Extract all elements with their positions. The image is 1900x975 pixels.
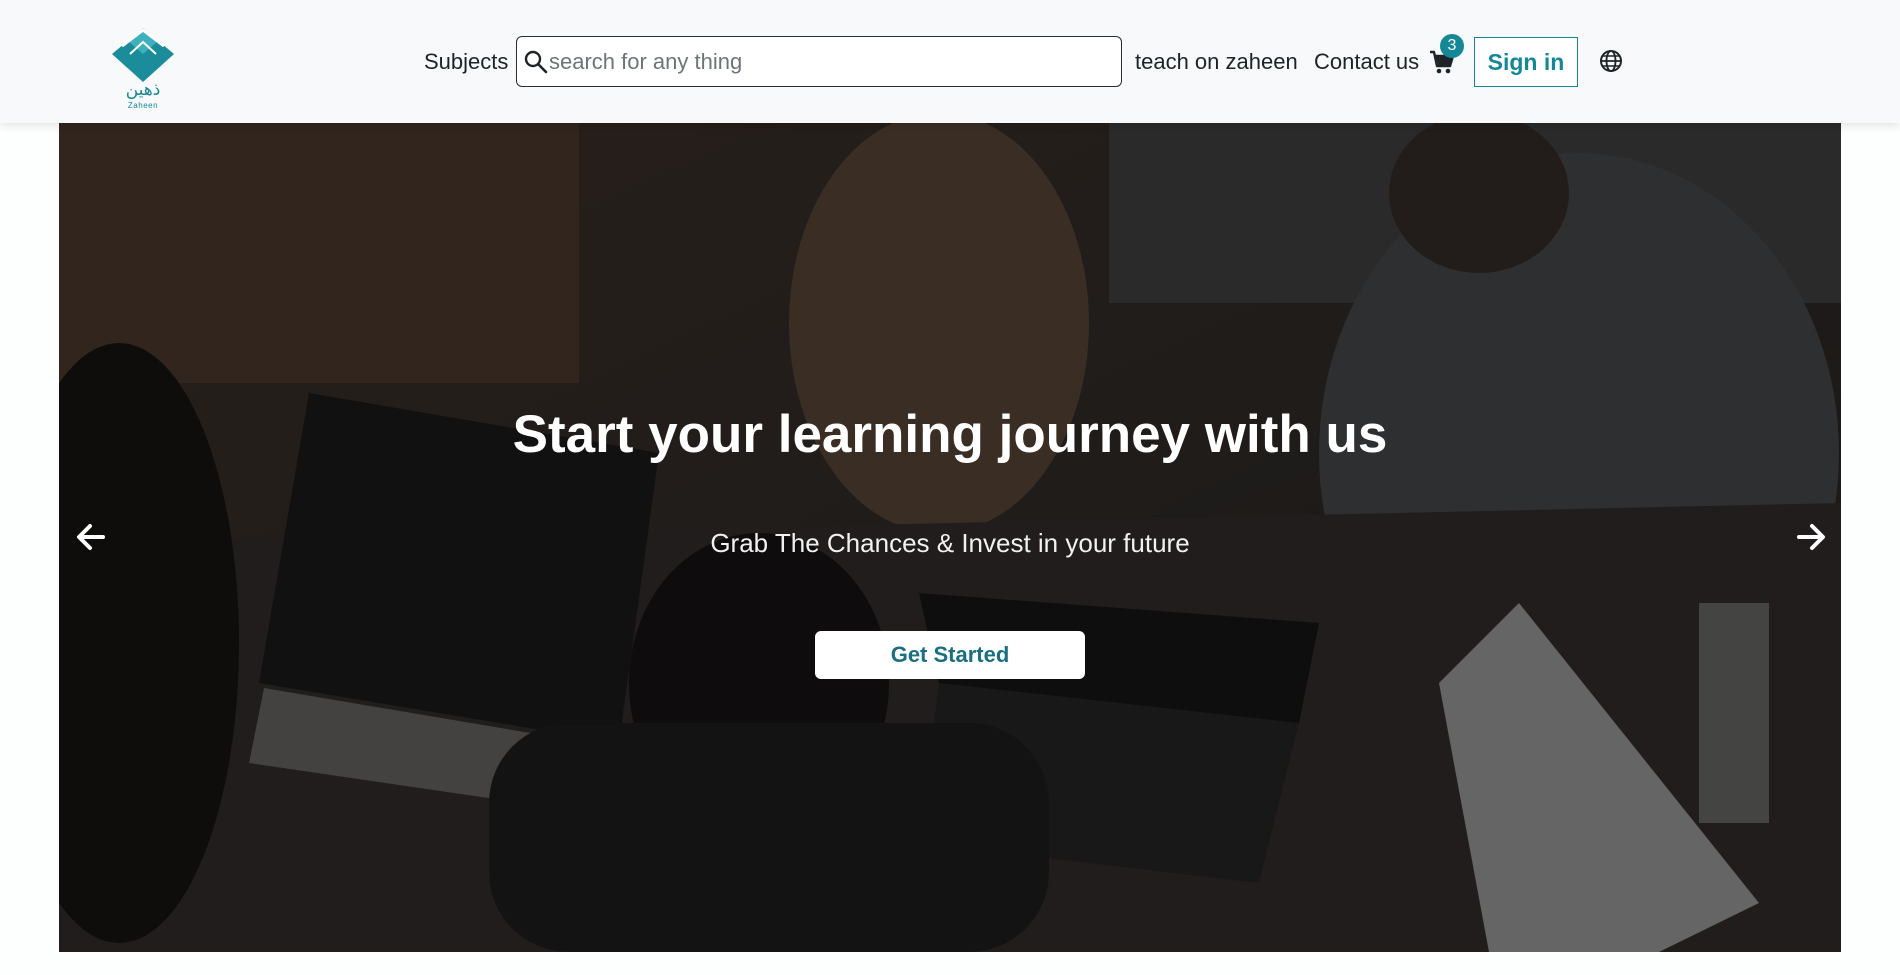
search-bar[interactable] xyxy=(516,36,1122,87)
search-input[interactable] xyxy=(549,45,1109,79)
cart-count-badge: 3 xyxy=(1440,34,1464,58)
get-started-button[interactable]: Get Started xyxy=(815,631,1085,679)
hero-carousel: Start your learning journey with us Grab… xyxy=(59,123,1841,952)
logo-arabic-text: ذهين xyxy=(125,80,161,100)
hero-subtitle: Grab The Chances & Invest in your future xyxy=(710,528,1190,558)
top-navbar: ذهين Zaheen Subjects teach on zaheen Con… xyxy=(0,0,1900,123)
brand-logo[interactable]: ذهين Zaheen xyxy=(108,24,178,114)
arrow-right-icon[interactable] xyxy=(1793,519,1829,555)
nav-subjects-link[interactable]: Subjects xyxy=(424,49,508,75)
nav-teach-link[interactable]: teach on zaheen xyxy=(1135,49,1298,75)
logo-book-icon xyxy=(112,28,174,82)
logo-latin-text: Zaheen xyxy=(127,101,159,110)
hero-title: Start your learning journey with us xyxy=(512,405,1388,464)
arrow-left-icon[interactable] xyxy=(73,519,109,555)
search-icon xyxy=(524,50,548,74)
sign-in-button[interactable]: Sign in xyxy=(1474,37,1578,87)
nav-contact-link[interactable]: Contact us xyxy=(1314,49,1419,75)
globe-icon[interactable] xyxy=(1599,49,1623,73)
